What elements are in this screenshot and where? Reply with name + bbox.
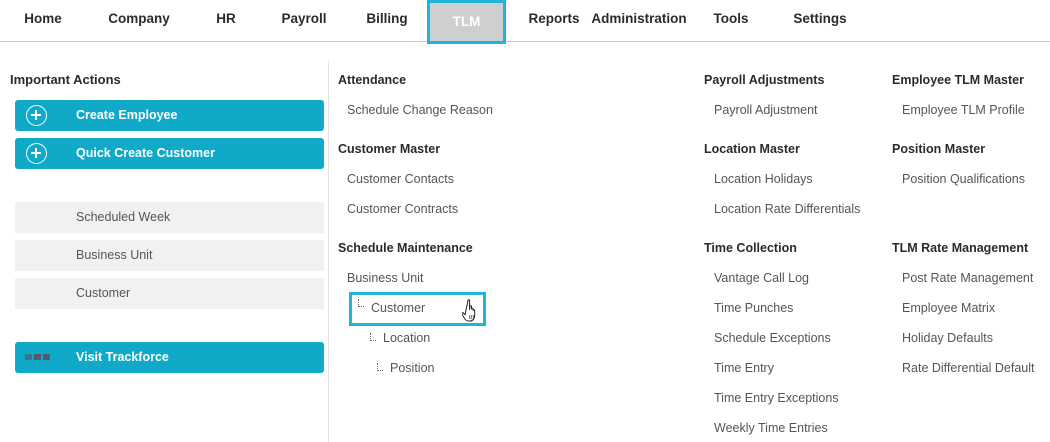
link-holiday-defaults[interactable]: Holiday Defaults	[902, 331, 993, 345]
trackforce-logo-icon	[25, 354, 51, 360]
link-weekly-time-entries[interactable]: Weekly Time Entries	[714, 421, 828, 435]
nav-billing[interactable]: Billing	[356, 0, 418, 40]
plus-circle-icon	[26, 143, 47, 164]
link-position[interactable]: Position	[390, 361, 434, 375]
heading-position-master: Position Master	[892, 142, 986, 156]
link-customer-contacts[interactable]: Customer Contacts	[347, 172, 454, 186]
create-employee-label: Create Employee	[76, 108, 178, 122]
link-time-entry-exceptions[interactable]: Time Entry Exceptions	[714, 391, 839, 405]
link-schedule-change-reason[interactable]: Schedule Change Reason	[347, 103, 493, 117]
shortcut-label: Customer	[76, 286, 131, 300]
heading-attendance: Attendance	[338, 73, 407, 87]
link-rate-differential-default[interactable]: Rate Differential Default	[902, 361, 1034, 375]
link-customer-contracts[interactable]: Customer Contracts	[347, 202, 458, 216]
link-schedule-exceptions[interactable]: Schedule Exceptions	[714, 331, 831, 345]
shortcut-label: Scheduled Week	[76, 210, 171, 224]
heading-employee-tlm-master: Employee TLM Master	[892, 73, 1024, 87]
nav-tlm[interactable]: TLM	[427, 0, 506, 44]
nav-reports[interactable]: Reports	[524, 0, 584, 40]
link-location-holidays[interactable]: Location Holidays	[714, 172, 813, 186]
nav-settings[interactable]: Settings	[788, 0, 852, 40]
plus-circle-icon	[26, 105, 47, 126]
heading-customer-master: Customer Master	[338, 142, 441, 156]
shortcut-scheduled-week[interactable]: Scheduled Week	[15, 202, 324, 233]
heading-schedule-maintenance: Schedule Maintenance	[338, 241, 473, 255]
nav-tools[interactable]: Tools	[707, 0, 755, 40]
nav-company[interactable]: Company	[100, 0, 178, 40]
link-vantage-call-log[interactable]: Vantage Call Log	[714, 271, 809, 285]
hand-pointer-icon	[462, 299, 476, 322]
link-location-rate-differentials[interactable]: Location Rate Differentials	[714, 202, 860, 216]
tree-connector	[358, 299, 364, 307]
link-location[interactable]: Location	[383, 331, 430, 345]
link-customer[interactable]: Customer	[371, 301, 425, 315]
nav-payroll[interactable]: Payroll	[272, 0, 336, 40]
create-employee-button[interactable]: Create Employee	[15, 100, 324, 131]
link-employee-tlm-profile[interactable]: Employee TLM Profile	[902, 103, 1025, 117]
link-business-unit[interactable]: Business Unit	[347, 271, 423, 285]
heading-payroll-adjustments: Payroll Adjustments	[704, 73, 825, 87]
visit-trackforce-label: Visit Trackforce	[76, 350, 169, 364]
heading-time-collection: Time Collection	[704, 241, 797, 255]
nav-hr[interactable]: HR	[205, 0, 247, 40]
top-nav-bar: Home Company HR Payroll Billing TLM Repo…	[0, 0, 1050, 44]
quick-create-customer-label: Quick Create Customer	[76, 146, 215, 160]
link-time-punches[interactable]: Time Punches	[714, 301, 793, 315]
important-actions-title: Important Actions	[10, 72, 121, 87]
panel-divider	[328, 61, 329, 442]
shortcut-business-unit[interactable]: Business Unit	[15, 240, 324, 271]
heading-location-master: Location Master	[704, 142, 800, 156]
quick-create-customer-button[interactable]: Quick Create Customer	[15, 138, 324, 169]
link-position-qualifications[interactable]: Position Qualifications	[902, 172, 1025, 186]
nav-home[interactable]: Home	[12, 0, 74, 40]
visit-trackforce-button[interactable]: Visit Trackforce	[15, 342, 324, 373]
heading-tlm-rate-management: TLM Rate Management	[892, 241, 1029, 255]
shortcut-customer[interactable]: Customer	[15, 278, 324, 309]
link-payroll-adjustment[interactable]: Payroll Adjustment	[714, 103, 818, 117]
link-employee-matrix[interactable]: Employee Matrix	[902, 301, 995, 315]
nav-administration[interactable]: Administration	[590, 0, 688, 40]
shortcut-label: Business Unit	[76, 248, 153, 262]
link-post-rate-management[interactable]: Post Rate Management	[902, 271, 1033, 285]
tree-connector	[377, 363, 383, 371]
tree-connector	[370, 333, 376, 341]
link-time-entry[interactable]: Time Entry	[714, 361, 774, 375]
